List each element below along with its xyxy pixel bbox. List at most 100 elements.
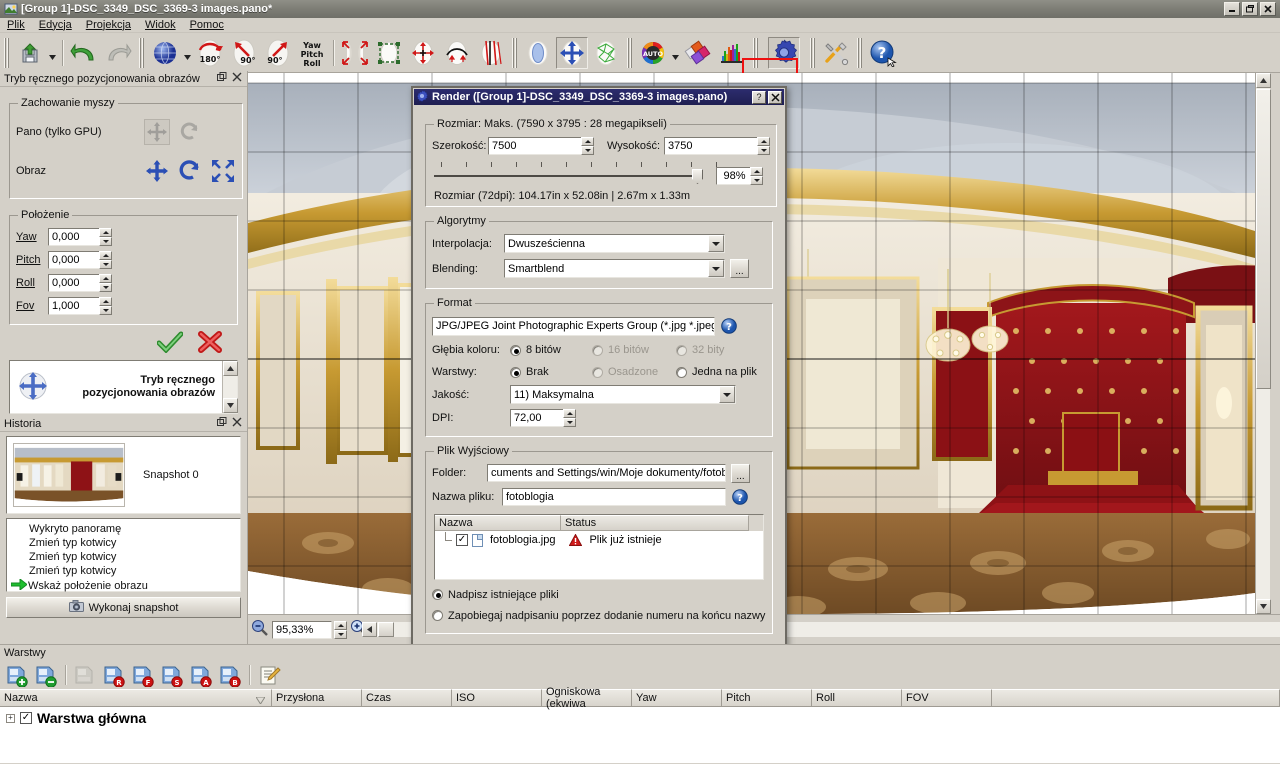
interpolation-select[interactable]: Dwusześcienna <box>504 234 725 253</box>
dpi-input[interactable]: 72,00 <box>510 408 564 427</box>
pitch-input[interactable]: 0,000 <box>48 250 100 269</box>
float-icon[interactable] <box>217 72 227 85</box>
menu-projekcja[interactable]: Projekcja <box>79 18 138 33</box>
list-item[interactable]: Zmień typ kotwicy <box>7 564 240 578</box>
close-icon[interactable] <box>232 417 242 430</box>
quality-select[interactable]: 11) Maksymalna <box>510 385 736 404</box>
remove-layer-icon[interactable] <box>33 663 59 688</box>
move-pano-icon[interactable] <box>407 37 439 69</box>
globe-icon[interactable] <box>149 37 181 69</box>
menu-plik[interactable]: Plik <box>0 18 32 33</box>
dpi-spinner[interactable] <box>563 408 576 427</box>
histogram-icon[interactable] <box>716 37 748 69</box>
chevron-down-icon[interactable] <box>708 235 724 252</box>
globe-dropdown-caret[interactable] <box>182 37 193 69</box>
edit-layer-icon[interactable] <box>72 663 98 688</box>
size-slider[interactable]: 98% <box>434 162 768 188</box>
radio-layers-embedded[interactable]: Osadzone <box>592 366 676 378</box>
yaw-input[interactable]: 0,000 <box>48 227 100 246</box>
layer-r-icon[interactable]: R <box>101 663 127 688</box>
rotate-180-icon[interactable]: 180° <box>194 37 226 69</box>
filename-input[interactable]: fotoblogia <box>502 488 726 506</box>
rotate-right-90-icon[interactable]: 90° <box>262 37 294 69</box>
roll-spinner[interactable] <box>99 273 112 292</box>
height-spinner[interactable] <box>757 137 770 155</box>
save-icon[interactable] <box>14 37 46 69</box>
layer-b-icon[interactable]: B <box>217 663 243 688</box>
fit-panorama-icon[interactable] <box>339 37 371 69</box>
dialog-help-button[interactable]: ? <box>752 90 766 104</box>
save-dropdown-caret[interactable] <box>47 37 58 69</box>
list-item[interactable]: Zmień typ kotwicy <box>7 550 240 564</box>
zoom-spin-up[interactable] <box>334 620 347 630</box>
column-header-przyslona[interactable]: Przysłona <box>272 689 362 707</box>
toolbar-grip-2[interactable] <box>138 37 145 68</box>
fov-input[interactable]: 1,000 <box>48 296 100 315</box>
toolbar-grip-6[interactable] <box>809 37 816 68</box>
auto-color-icon[interactable]: AUTO <box>637 37 669 69</box>
layer-visibility-checkbox[interactable]: ✓ <box>20 712 32 724</box>
width-spinner[interactable] <box>581 137 594 155</box>
help-icon[interactable]: ? <box>867 37 899 69</box>
mode-scroll-down[interactable] <box>223 398 238 413</box>
viewport-vscrollbar[interactable] <box>1255 73 1271 614</box>
format-select[interactable]: JPG/JPEG Joint Photographic Experts Grou… <box>432 316 715 336</box>
menu-edycja[interactable]: Edycja <box>32 18 79 33</box>
table-row[interactable]: + ✓ Warstwa główna <box>0 707 1280 729</box>
hscroll-left-arrow[interactable] <box>362 622 377 637</box>
column-header-nazwa[interactable]: Nazwa <box>0 689 272 707</box>
help-icon[interactable]: ? <box>721 318 737 334</box>
zoom-out-icon[interactable] <box>251 619 269 640</box>
list-item-current[interactable]: Wskaż położenie obrazu <box>7 577 240 593</box>
radio-32-bit[interactable]: 32 bity <box>676 344 724 356</box>
scale-percent-field[interactable]: 98% <box>716 167 752 185</box>
column-header-iso[interactable]: ISO <box>452 689 542 707</box>
toolbar-grip-1[interactable] <box>3 37 10 68</box>
column-header-nazwa[interactable]: Nazwa <box>435 515 561 531</box>
vscroll-down-arrow[interactable] <box>1256 599 1271 614</box>
control-points-icon[interactable] <box>590 37 622 69</box>
snapshot-list[interactable]: Snapshot 0 <box>6 436 241 514</box>
render-gear-icon[interactable] <box>768 36 800 69</box>
list-item[interactable]: Wykryto panoramę <box>7 522 240 536</box>
radio-8-bit[interactable]: 8 bitów <box>510 344 592 356</box>
column-header-roll[interactable]: Roll <box>812 689 902 707</box>
tools-icon[interactable] <box>820 37 852 69</box>
vscroll-thumb[interactable] <box>1256 89 1271 389</box>
zoom-spinner[interactable] <box>334 620 347 639</box>
folder-browse-button[interactable]: ... <box>731 463 750 483</box>
auto-color-dropdown-caret[interactable] <box>670 37 681 69</box>
pano-rotate-icon[interactable] <box>177 119 203 145</box>
yaw-spinner[interactable] <box>99 227 112 246</box>
image-move-icon[interactable] <box>144 158 170 184</box>
undo-icon[interactable] <box>68 37 100 69</box>
manual-position-icon[interactable] <box>556 36 588 69</box>
dialog-close-button[interactable] <box>768 90 782 104</box>
history-list[interactable]: Wykryto panoramę Zmień typ kotwicy Zmień… <box>6 518 241 592</box>
rotate-left-90-icon[interactable]: 90° <box>228 37 260 69</box>
layer-s-icon[interactable]: S <box>159 663 185 688</box>
table-row[interactable]: ✓ fotoblogia.jpg Plik już istnieje <box>435 531 763 549</box>
column-header-ogniskowa[interactable]: Ogniskowa (ekwiwa <box>542 686 632 710</box>
image-rotate-icon[interactable] <box>177 158 203 184</box>
chevron-down-icon[interactable] <box>719 386 735 403</box>
redo-icon[interactable] <box>102 37 134 69</box>
hscroll-thumb[interactable] <box>378 622 394 637</box>
toolbar-grip-7[interactable] <box>856 37 863 68</box>
vertical-lines-icon[interactable] <box>475 37 507 69</box>
blending-select[interactable]: Smartblend <box>504 259 725 278</box>
radio-16-bit[interactable]: 16 bitów <box>592 344 676 356</box>
mode-box-scrollbar[interactable] <box>222 361 238 413</box>
blending-options-button[interactable]: ... <box>730 259 749 278</box>
horizon-icon[interactable] <box>441 37 473 69</box>
toolbar-grip-4[interactable] <box>626 37 633 68</box>
panorama-thumbnail[interactable] <box>13 443 125 507</box>
file-checkbox[interactable]: ✓ <box>456 534 468 546</box>
layer-f-icon[interactable]: F <box>130 663 156 688</box>
toolbar-grip-5[interactable] <box>752 37 759 68</box>
roll-input[interactable]: 0,000 <box>48 273 100 292</box>
column-header-fov[interactable]: FOV <box>902 689 992 707</box>
radio-prevent-overwrite[interactable]: Zapobiegaj nadpisaniu poprzez dodanie nu… <box>432 610 765 622</box>
pano-move-icon[interactable] <box>144 119 170 145</box>
fov-spinner[interactable] <box>99 296 112 315</box>
